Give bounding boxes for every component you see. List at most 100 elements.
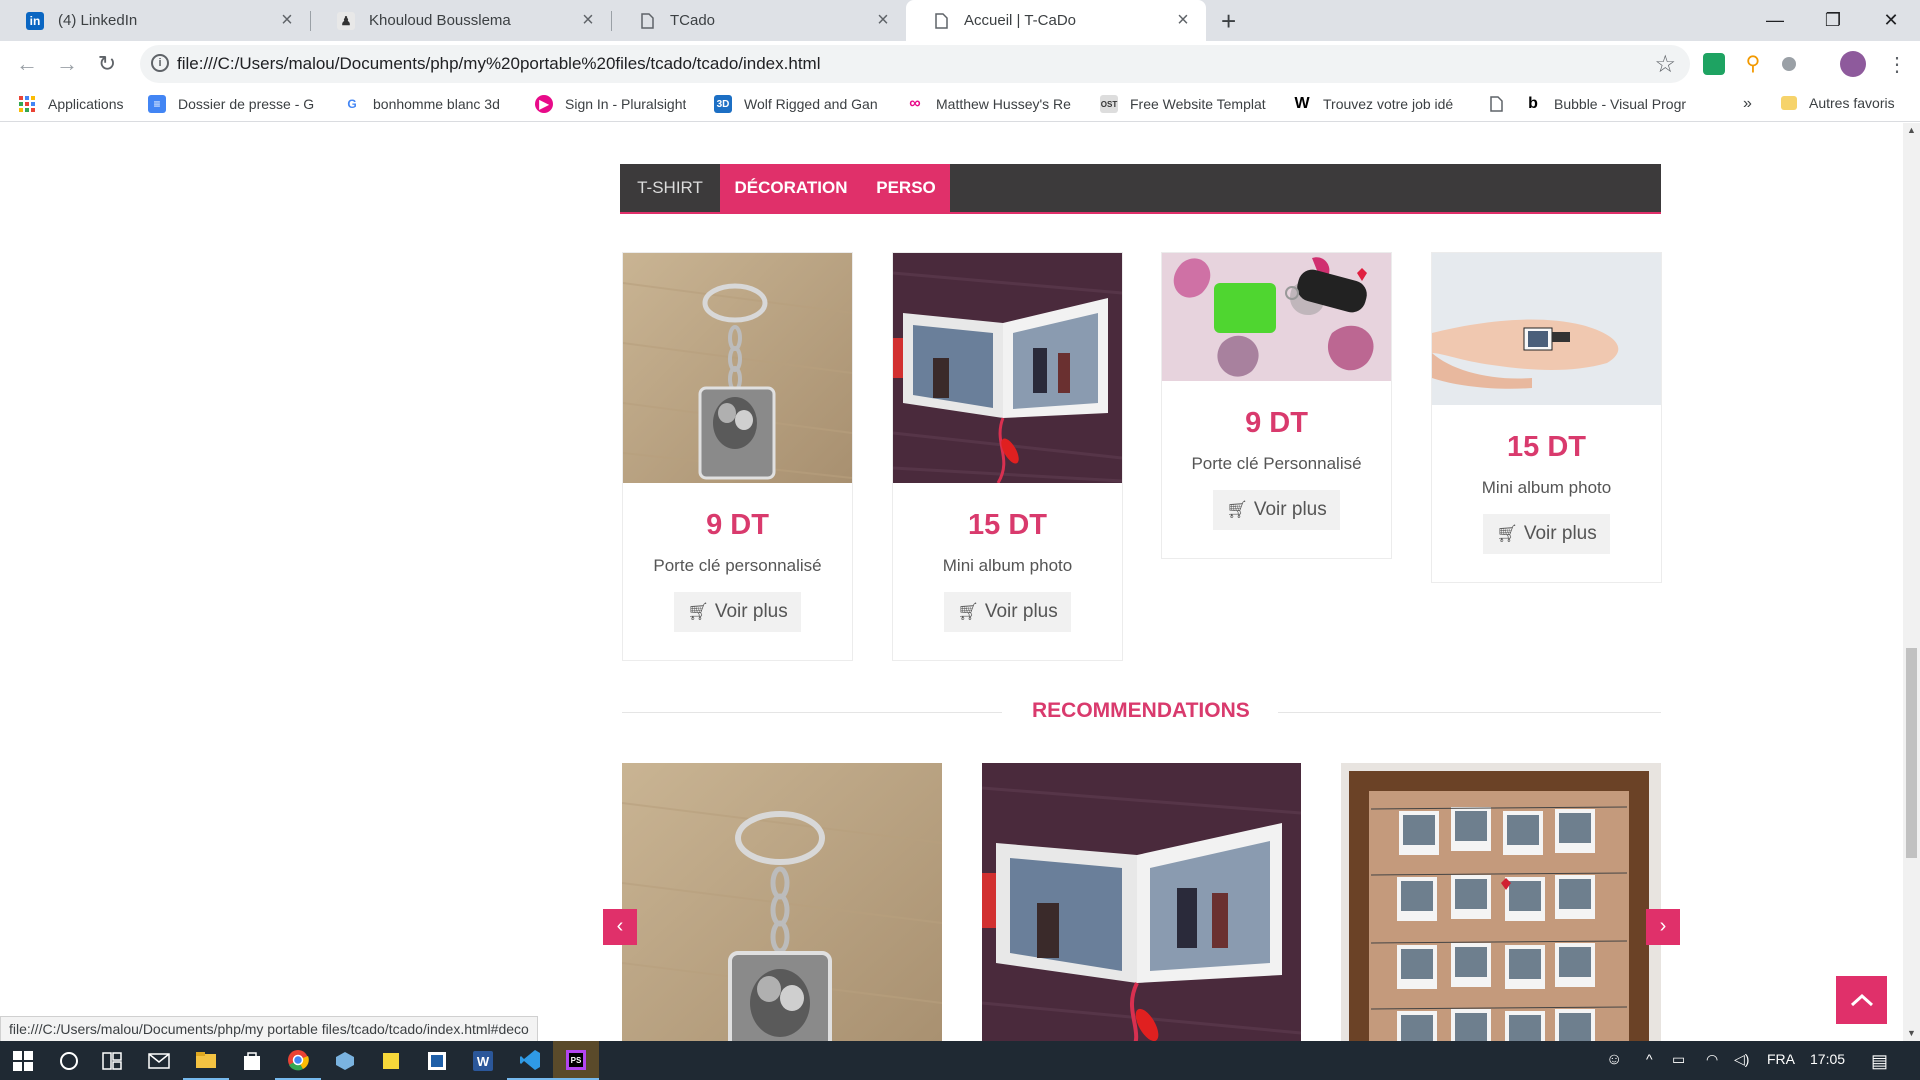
bookmark-label: Bubble - Visual Progr: [1554, 96, 1687, 112]
divider: [1278, 712, 1661, 713]
voir-plus-button[interactable]: 🛒︎ Voir plus: [1483, 514, 1610, 554]
bookmark-label: Dossier de presse - G: [178, 96, 315, 112]
product-name: Mini album photo: [1481, 478, 1612, 497]
voir-plus-button[interactable]: 🛒︎ Voir plus: [1213, 490, 1340, 530]
bookmark-bonhomme[interactable]: G bonhomme blanc 3d: [343, 95, 500, 113]
tab-accueil[interactable]: Accueil | T-CaDo ×: [906, 0, 1206, 41]
voir-plus-button[interactable]: 🛒︎ Voir plus: [944, 592, 1071, 632]
windows-start-icon[interactable]: [0, 1041, 46, 1080]
apps-grid-icon: [18, 95, 36, 113]
product-card: 15 DT Mini album photo 🛒︎ Voir plus: [892, 252, 1123, 661]
clock[interactable]: 17:05: [1810, 1051, 1845, 1067]
close-tab-icon[interactable]: ×: [872, 9, 894, 32]
bookmark-label: Wolf Rigged and Gan: [744, 96, 878, 112]
close-tab-icon[interactable]: ×: [577, 9, 599, 32]
file-explorer-icon[interactable]: [183, 1041, 229, 1080]
tab-linkedin[interactable]: in (4) LinkedIn ×: [0, 0, 310, 41]
store-icon[interactable]: [229, 1041, 275, 1080]
scroll-down-icon[interactable]: ▼: [1903, 1028, 1920, 1038]
close-tab-icon[interactable]: ×: [1172, 9, 1194, 32]
tab-profile[interactable]: ♟ Khouloud Bousslema ×: [311, 0, 611, 41]
menu-icon[interactable]: ⋮: [1882, 49, 1912, 79]
product-price: 9 DT: [1245, 407, 1308, 439]
other-bookmarks-folder[interactable]: Autres favoris: [1781, 95, 1895, 111]
bookmarks-more-button[interactable]: »: [1743, 95, 1752, 113]
tab-tcado[interactable]: TCado ×: [612, 0, 906, 41]
keychain-photo[interactable]: [622, 763, 942, 1041]
info-icon[interactable]: i: [151, 54, 169, 72]
carousel-next-button[interactable]: ›: [1646, 909, 1680, 945]
profile-icon: ♟: [337, 11, 355, 30]
tab-decoration[interactable]: DÉCORATION: [720, 164, 862, 212]
forward-button[interactable]: →: [52, 49, 82, 79]
3d-app-icon[interactable]: [322, 1041, 368, 1080]
3d-icon: 3D: [714, 95, 732, 113]
back-to-top-button[interactable]: [1836, 976, 1887, 1024]
product-card: 15 DT Mini album photo 🛒︎ Voir plus: [1431, 252, 1662, 583]
scrollbar-thumb[interactable]: [1906, 648, 1917, 858]
sticky-notes-icon[interactable]: [368, 1041, 414, 1080]
voir-plus-button[interactable]: 🛒︎ Voir plus: [674, 592, 801, 632]
button-label: Voir plus: [714, 601, 788, 622]
bookmark-dossier[interactable]: ≡ Dossier de presse - G: [148, 95, 314, 113]
bookmark-pluralsight[interactable]: ▶ Sign In - Pluralsight: [535, 95, 686, 113]
bookmark-page[interactable]: [1487, 95, 1517, 113]
volume-icon[interactable]: ◁): [1734, 1051, 1749, 1068]
bookmark-applications[interactable]: Applications: [18, 95, 124, 113]
chrome-icon[interactable]: [275, 1041, 321, 1080]
vscode-icon[interactable]: [507, 1041, 553, 1080]
bookmark-star-icon[interactable]: ☆: [1654, 50, 1676, 79]
page-icon: [638, 12, 656, 30]
extension-icon[interactable]: [1782, 57, 1796, 71]
bookmark-trouvez[interactable]: W Trouvez votre job idé: [1293, 95, 1453, 113]
tab-title: Khouloud Bousslema: [369, 12, 511, 29]
tab-perso[interactable]: PERSO: [862, 164, 950, 212]
chevron-up-icon[interactable]: ^: [1646, 1051, 1653, 1067]
hand-mini-album-photo[interactable]: [1432, 253, 1661, 405]
keychain-photo[interactable]: [623, 253, 852, 483]
close-window-button[interactable]: ✕: [1862, 0, 1920, 41]
url-text[interactable]: file:///C:/Users/malou/Documents/php/my%…: [177, 54, 820, 74]
chevron-up-icon: [1850, 993, 1873, 1007]
app-icon[interactable]: [414, 1041, 460, 1080]
bookmark-bubble[interactable]: b Bubble - Visual Progr: [1524, 95, 1686, 113]
new-tab-button[interactable]: +: [1221, 6, 1236, 37]
battery-icon[interactable]: ▭: [1672, 1051, 1685, 1068]
cart-icon: 🛒︎: [957, 602, 979, 621]
address-bar[interactable]: i file:///C:/Users/malou/Documents/php/m…: [140, 45, 1690, 83]
search-icon[interactable]: [46, 1041, 92, 1080]
bookmark-matthew[interactable]: ∞ Matthew Hussey's Re: [906, 95, 1071, 113]
phpstorm-icon[interactable]: PS: [553, 1041, 599, 1080]
task-view-icon[interactable]: [89, 1041, 135, 1080]
vertical-scrollbar[interactable]: ▲ ▼: [1903, 123, 1920, 1041]
close-tab-icon[interactable]: ×: [276, 9, 298, 32]
carousel-prev-button[interactable]: ‹: [603, 909, 637, 945]
scroll-up-icon[interactable]: ▲: [1903, 125, 1920, 135]
product-name: Porte clé Personnalisé: [1191, 454, 1362, 473]
product-price: 15 DT: [1507, 431, 1586, 463]
mail-icon[interactable]: [136, 1041, 182, 1080]
avatar[interactable]: [1840, 51, 1866, 77]
cart-icon: 🛒︎: [1226, 500, 1248, 519]
bookmark-wolf[interactable]: 3D Wolf Rigged and Gan: [714, 95, 878, 113]
notifications-icon[interactable]: ▤: [1871, 1051, 1888, 1072]
people-icon[interactable]: ☺: [1606, 1051, 1622, 1069]
svg-text:PS: PS: [571, 1056, 582, 1065]
language-indicator[interactable]: FRA: [1767, 1051, 1795, 1067]
extension-icon[interactable]: [1703, 53, 1725, 75]
wifi-icon[interactable]: ◠: [1706, 1051, 1718, 1068]
mini-album-photo[interactable]: [982, 763, 1301, 1041]
back-button[interactable]: ←: [12, 49, 42, 79]
mini-album-photo[interactable]: [893, 253, 1122, 483]
green-keychain-photo[interactable]: [1162, 253, 1391, 381]
bookmark-free-website[interactable]: OST Free Website Templat: [1100, 95, 1266, 113]
product-price: 15 DT: [968, 509, 1047, 541]
minimize-button[interactable]: —: [1746, 0, 1804, 41]
photo-frame-photo[interactable]: [1341, 763, 1661, 1041]
tab-tshirt[interactable]: T-SHIRT: [620, 164, 720, 212]
browser-toolbar: ← → ↻ i file:///C:/Users/malou/Documents…: [0, 41, 1920, 88]
word-icon[interactable]: W: [460, 1041, 506, 1080]
key-icon[interactable]: ⚲: [1742, 53, 1764, 75]
reload-button[interactable]: ↻: [92, 49, 122, 79]
restore-button[interactable]: ❐: [1804, 0, 1862, 41]
